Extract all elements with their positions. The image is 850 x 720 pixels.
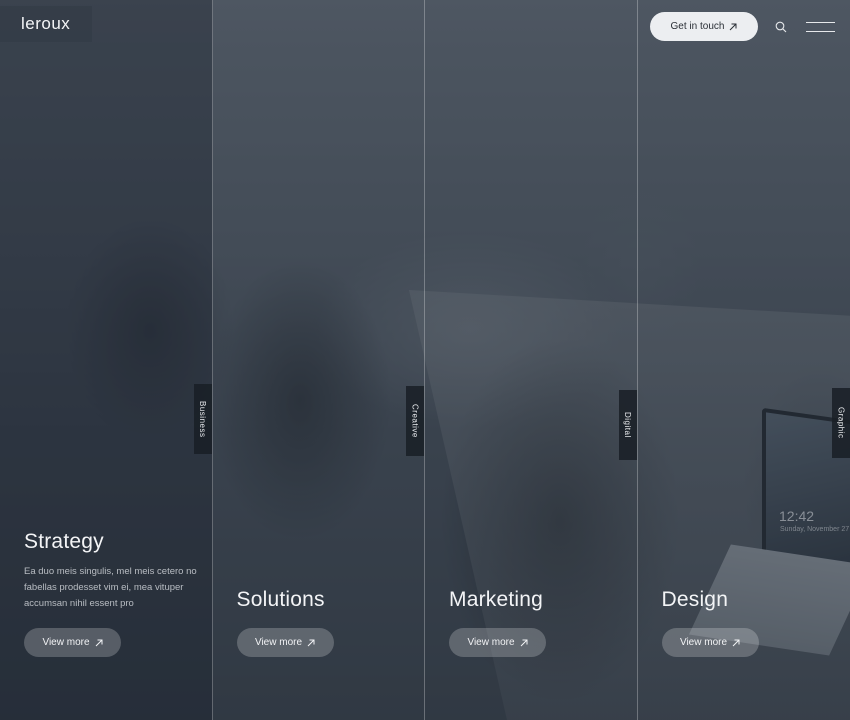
menu-line [806, 22, 835, 23]
view-more-button[interactable]: View more [661, 628, 759, 657]
menu-line [806, 31, 835, 32]
arrow-up-right-icon [732, 639, 740, 647]
arrow-up-right-icon [729, 23, 737, 31]
view-more-label: View more [679, 637, 728, 648]
service-column-solutions[interactable]: Creative Solutions View more [213, 0, 425, 720]
hamburger-menu-icon[interactable] [806, 22, 835, 32]
view-more-button[interactable]: View more [24, 628, 121, 657]
category-tab-label: Creative [410, 404, 420, 438]
view-more-button[interactable]: View more [236, 628, 334, 657]
service-column-design[interactable]: Graphic Design View more [638, 0, 850, 720]
category-tab-business[interactable]: Business [193, 384, 212, 454]
category-tab-digital[interactable]: Digital [618, 390, 637, 460]
arrow-up-right-icon [307, 639, 315, 647]
category-tab-label: Digital [623, 412, 632, 438]
service-column-marketing[interactable]: Digital Marketing View more [425, 0, 638, 720]
category-tab-label: Business [198, 400, 207, 438]
category-tab-creative[interactable]: Creative [406, 386, 424, 456]
view-more-button[interactable]: View more [449, 628, 546, 657]
service-column-strategy[interactable]: Business Strategy Ea duo meis singulis, … [0, 0, 213, 720]
column-title: Design [661, 588, 729, 611]
site-logo[interactable]: leroux [21, 14, 70, 34]
view-more-label: View more [42, 637, 90, 648]
column-description: Ea duo meis singulis, mel meis cetero no… [24, 566, 197, 609]
category-tab-label: Graphic [836, 407, 846, 439]
column-title: Marketing [449, 588, 544, 611]
view-more-label: View more [467, 637, 515, 648]
get-in-touch-label: Get in touch [670, 21, 725, 32]
logo-container[interactable]: leroux [0, 6, 92, 42]
arrow-up-right-icon [95, 639, 103, 647]
get-in-touch-button[interactable]: Get in touch [650, 12, 758, 41]
service-columns: Business Strategy Ea duo meis singulis, … [0, 0, 850, 720]
search-icon[interactable] [775, 20, 787, 38]
arrow-up-right-icon [520, 639, 528, 647]
category-tab-graphic[interactable]: Graphic [832, 388, 850, 458]
column-title: Solutions [236, 588, 325, 611]
view-more-label: View more [254, 637, 303, 648]
column-title: Strategy [24, 530, 104, 553]
